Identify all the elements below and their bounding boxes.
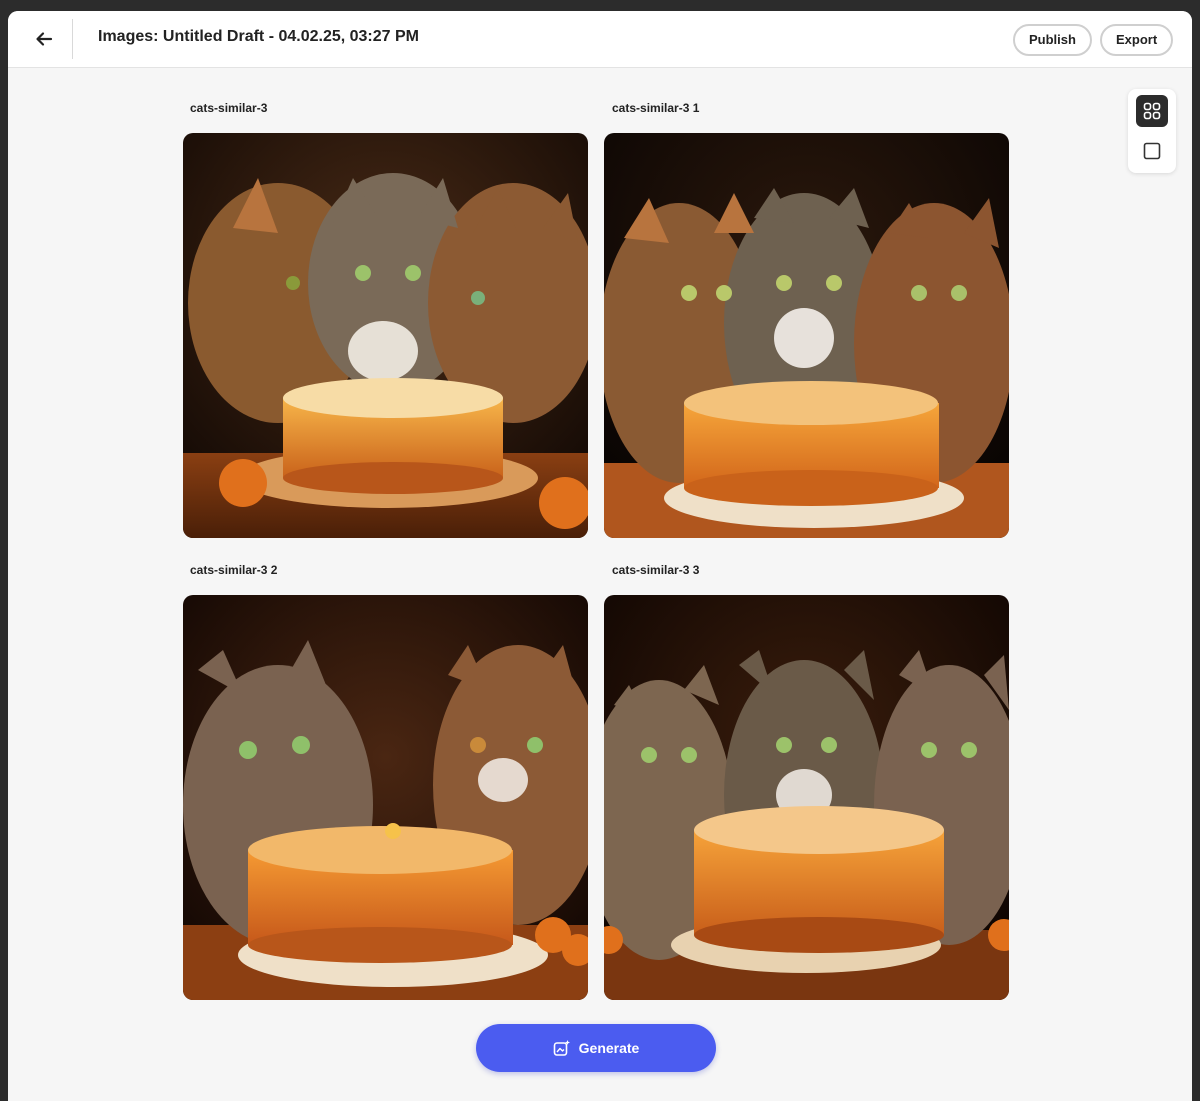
image-card[interactable] xyxy=(183,133,588,538)
square-icon xyxy=(1143,142,1161,160)
image-card[interactable] xyxy=(604,595,1009,1000)
grid-view-button[interactable] xyxy=(1136,95,1168,127)
app-window: Images: Untitled Draft - 04.02.25, 03:27… xyxy=(8,11,1192,1101)
top-bar: Images: Untitled Draft - 04.02.25, 03:27… xyxy=(8,11,1192,68)
generated-image xyxy=(183,595,588,1000)
image-card[interactable] xyxy=(604,133,1009,538)
image-card[interactable] xyxy=(183,595,588,1000)
generated-image xyxy=(183,133,588,538)
generate-button[interactable]: Generate xyxy=(476,1024,716,1072)
generate-label: Generate xyxy=(578,1040,640,1056)
image-label: cats-similar-3 2 xyxy=(190,563,278,577)
grid-icon xyxy=(1143,102,1161,120)
back-button[interactable] xyxy=(28,23,60,55)
header-divider xyxy=(72,19,73,59)
generated-image xyxy=(604,133,1009,538)
sparkle-image-icon xyxy=(553,1040,570,1056)
image-label: cats-similar-3 3 xyxy=(612,563,700,577)
export-button[interactable]: Export xyxy=(1100,24,1174,56)
image-label: cats-similar-3 xyxy=(190,101,268,115)
publish-button[interactable]: Publish xyxy=(1013,24,1092,56)
page-title: Images: Untitled Draft - 04.02.25, 03:27… xyxy=(98,28,419,45)
generated-image xyxy=(604,595,1009,1000)
view-toggle xyxy=(1128,89,1176,173)
single-view-button[interactable] xyxy=(1136,135,1168,167)
arrow-left-icon xyxy=(36,32,53,46)
image-label: cats-similar-3 1 xyxy=(612,101,700,115)
